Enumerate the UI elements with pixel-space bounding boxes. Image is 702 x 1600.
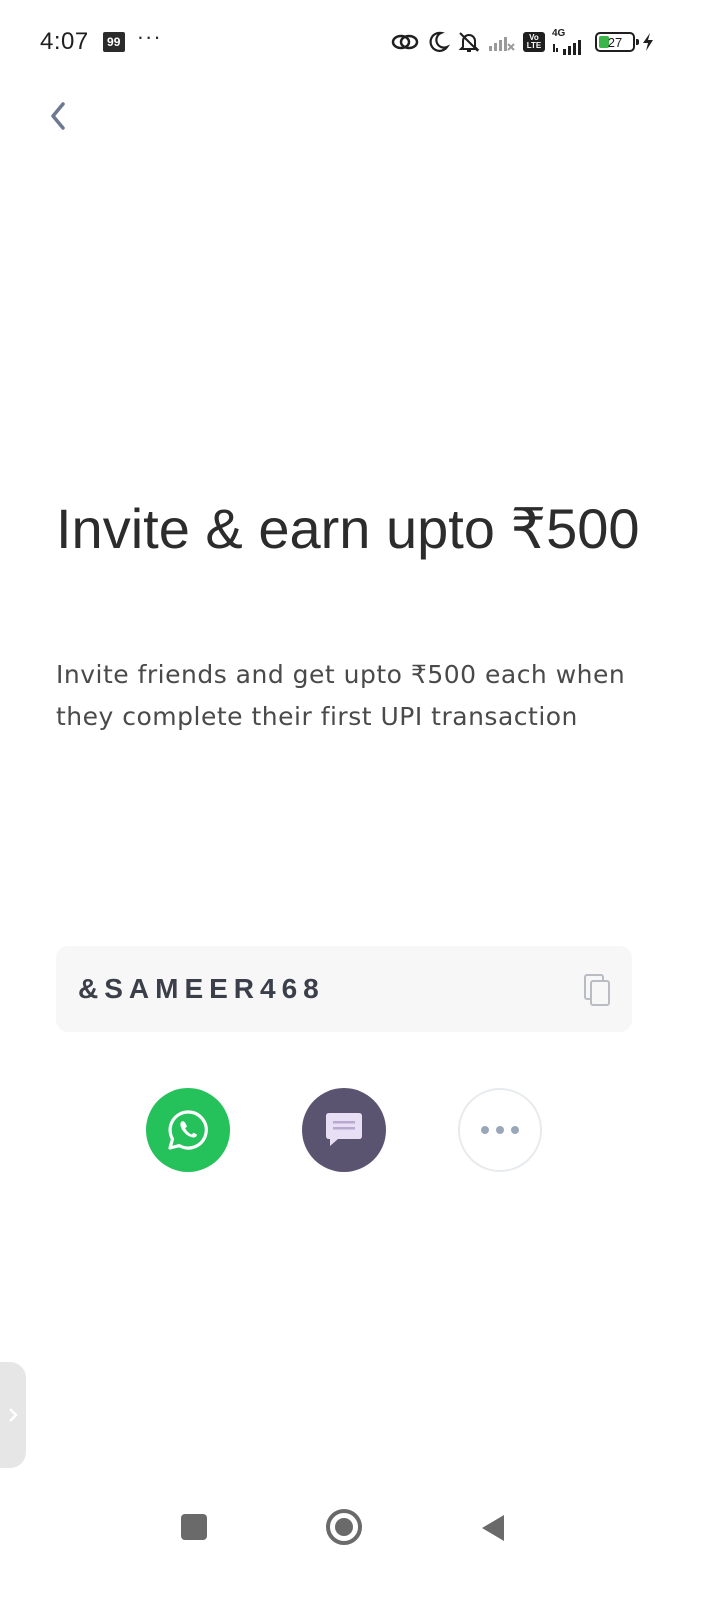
moon-icon <box>429 31 450 52</box>
battery-icon: 27 <box>595 32 639 52</box>
more-notifications-icon: ··· <box>136 24 162 49</box>
side-drawer-handle[interactable] <box>0 1362 26 1468</box>
copy-code-button[interactable] <box>580 971 614 1009</box>
notification-count-badge: 99 <box>102 32 125 52</box>
more-horizontal-icon <box>481 1126 519 1134</box>
home-icon <box>335 1518 353 1536</box>
referral-code: &SAMEER468 <box>78 973 325 1004</box>
referral-code-box: &SAMEER468 <box>56 946 632 1032</box>
status-icons: Vo LTE 4G 27 <box>391 26 654 58</box>
status-time: 4:07 <box>40 28 89 55</box>
signal-4g-icon: 4G <box>552 29 588 55</box>
chevron-right-icon <box>9 1408 18 1422</box>
copy-icon <box>584 974 610 1006</box>
share-more-button[interactable] <box>458 1088 542 1172</box>
home-button[interactable] <box>326 1509 362 1545</box>
whatsapp-icon <box>168 1110 208 1150</box>
message-icon <box>326 1113 362 1146</box>
page-title: Invite & earn upto ₹500 <box>56 497 640 560</box>
charging-icon <box>643 33 653 51</box>
chevron-left-icon <box>51 102 65 130</box>
battery-level: 27 <box>607 34 623 50</box>
volte-bottom-label: LTE <box>526 41 542 50</box>
link-icon <box>391 34 419 50</box>
page-subtitle: Invite friends and get upto ₹500 each wh… <box>56 660 626 731</box>
signal-x-icon <box>489 37 515 51</box>
share-whatsapp-button[interactable] <box>146 1088 230 1172</box>
bell-off-icon <box>458 32 480 52</box>
invite-screen: 4:07 99 ··· Vo LTE 4G 27 Invite & earn u… <box>0 0 702 1600</box>
share-options <box>0 1088 702 1172</box>
system-back-button[interactable] <box>480 1513 506 1543</box>
status-bar: 4:07 99 ··· Vo LTE 4G 27 <box>0 0 702 84</box>
recent-apps-button[interactable] <box>181 1514 207 1540</box>
network-type-label: 4G <box>552 28 566 39</box>
volte-icon: Vo LTE <box>523 32 545 52</box>
system-nav-bar <box>0 1500 702 1600</box>
share-sms-button[interactable] <box>302 1088 386 1172</box>
back-button[interactable] <box>36 94 80 138</box>
